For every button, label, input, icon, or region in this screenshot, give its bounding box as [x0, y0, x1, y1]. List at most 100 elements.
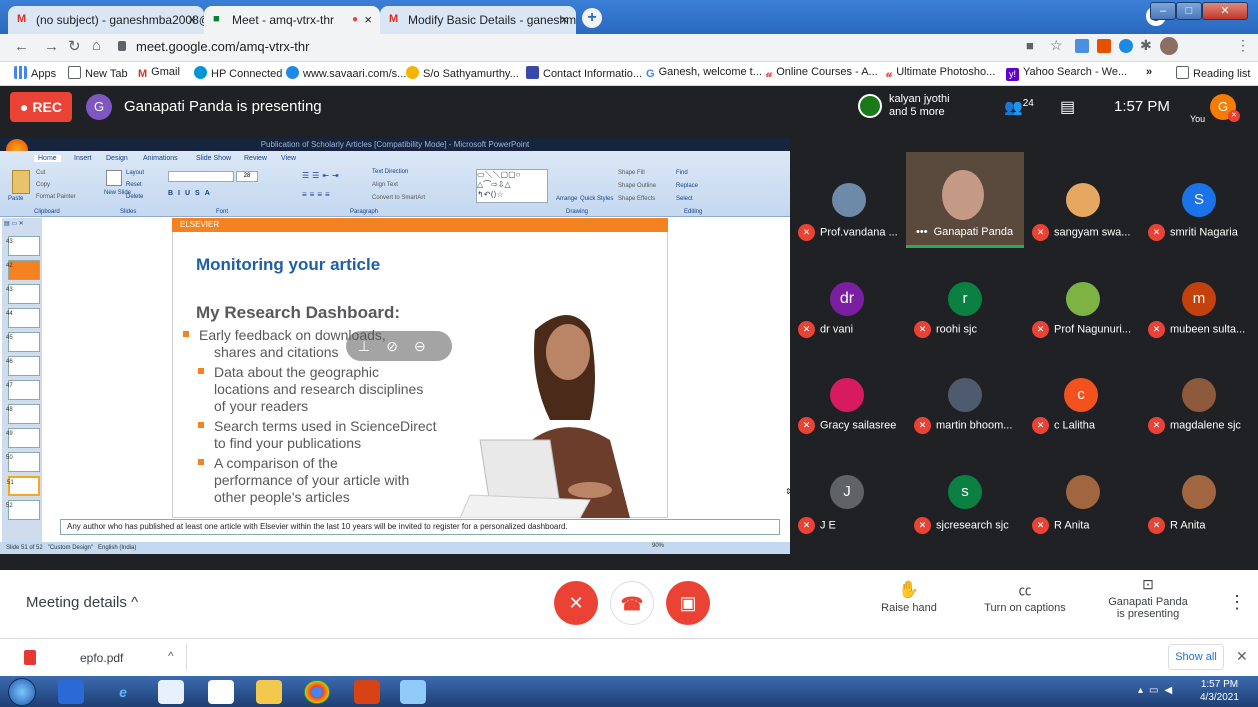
quick-styles-button[interactable]: Quick Styles: [580, 196, 613, 202]
font-family-select[interactable]: [168, 171, 234, 182]
close-window-button[interactable]: ✕: [1202, 2, 1248, 20]
microphone-toggle-button[interactable]: ✕: [554, 581, 598, 625]
bookmark-yahoo[interactable]: y! Yahoo Search - We...: [1006, 66, 1127, 81]
tab-meet[interactable]: ■ Meet - amq-vtrx-thr ● ×: [204, 6, 380, 34]
font-format-buttons[interactable]: BIUSA: [168, 190, 215, 197]
shape-outline-button[interactable]: Shape Outline: [618, 183, 656, 189]
bookmark-contact[interactable]: Contact Informatio...: [526, 66, 642, 80]
select-button[interactable]: Select: [676, 196, 693, 202]
extension-icon[interactable]: [1119, 39, 1133, 53]
arrange-button[interactable]: Arrange: [556, 196, 577, 202]
tab-gmail-no-subject[interactable]: M (no subject) - ganeshmba2008@ ×: [8, 6, 204, 34]
speaker-notes[interactable]: Any author who has published at least on…: [60, 519, 780, 535]
extension-icon[interactable]: [1097, 39, 1111, 53]
align-buttons[interactable]: ≡≡≡≡: [302, 190, 333, 199]
slide-thumbnail[interactable]: 46: [6, 356, 40, 376]
new-tab-button[interactable]: +: [582, 8, 602, 28]
bookmark-savaari[interactable]: www.savaari.com/s...: [286, 66, 406, 80]
format-painter-button[interactable]: Format Painter: [36, 194, 76, 200]
slide-thumbnail[interactable]: 49: [6, 428, 40, 448]
bookmark-newtab[interactable]: New Tab: [68, 66, 128, 80]
more-options-icon[interactable]: ⋮: [1228, 592, 1246, 613]
camera-toggle-button[interactable]: ▣: [666, 581, 710, 625]
bookmark-star-icon[interactable]: ☆: [1050, 37, 1063, 54]
maximize-button[interactable]: □: [1176, 2, 1202, 20]
shapes-gallery[interactable]: ▭＼＼▢▢○ △⌒⇨⇩△ ↰↶⟨⟩☆: [476, 169, 548, 203]
reload-icon[interactable]: ↻: [68, 37, 81, 55]
address-bar[interactable]: meet.google.com/amq-vtrx-thr: [136, 36, 866, 58]
paste-icon[interactable]: [12, 170, 30, 194]
ribbon-tab-animations[interactable]: Animations: [143, 155, 178, 162]
ribbon-tab-view[interactable]: View: [281, 155, 296, 162]
slide-thumbnail[interactable]: 52: [6, 500, 40, 520]
slide-thumbnail[interactable]: 50: [6, 452, 40, 472]
slide-thumbnail[interactable]: 43: [6, 284, 40, 304]
forward-icon[interactable]: →: [44, 38, 59, 55]
notepad-icon[interactable]: [208, 680, 234, 704]
close-tab-icon[interactable]: ×: [364, 6, 372, 34]
ribbon-tab-design[interactable]: Design: [106, 155, 128, 162]
delete-slide-button[interactable]: Delete: [126, 194, 143, 200]
replace-button[interactable]: Replace: [676, 183, 698, 189]
minimize-button[interactable]: –: [1150, 2, 1176, 20]
paste-label[interactable]: Paste: [8, 196, 23, 202]
list-buttons[interactable]: ☰☰⇤⇥: [302, 171, 342, 180]
presenting-button[interactable]: ⊡ Ganapati Panda is presenting: [1100, 576, 1196, 620]
camera-indicator-icon[interactable]: ■: [1026, 38, 1034, 53]
bookmark-hp[interactable]: HP Connected: [194, 66, 282, 80]
powerpoint-icon[interactable]: [354, 680, 380, 704]
captions-button[interactable]: ㏄ Turn on captions: [970, 580, 1080, 614]
chat-icon[interactable]: ▤: [1060, 97, 1075, 117]
new-slide-icon[interactable]: [106, 170, 122, 186]
find-button[interactable]: Find: [676, 170, 688, 176]
pinned-names[interactable]: kalyan jyothi and 5 more: [889, 93, 950, 119]
slide-thumbnail[interactable]: 42: [6, 260, 40, 280]
outline-tab-icon[interactable]: ▤ ▭ ✕: [4, 220, 38, 230]
back-icon[interactable]: ←: [14, 38, 29, 55]
taskbar-app-icon[interactable]: [400, 680, 426, 704]
tab-gmail-modify[interactable]: M Modify Basic Details - ganeshmb ×: [380, 6, 576, 34]
presentation-overlay-controls[interactable]: ⊥⊘⊖: [346, 331, 452, 361]
ribbon-tab-home[interactable]: Home: [34, 155, 61, 162]
ribbon-tab-review[interactable]: Review: [244, 155, 267, 162]
text-direction-button[interactable]: Text Direction: [372, 169, 408, 175]
leave-call-button[interactable]: ☎: [610, 581, 654, 625]
close-download-bar-icon[interactable]: ✕: [1236, 648, 1248, 665]
pin-icon[interactable]: ⊥: [358, 338, 386, 354]
extension-icon[interactable]: [1075, 39, 1089, 53]
file-explorer-icon[interactable]: [256, 680, 282, 704]
smartart-button[interactable]: Convert to SmartArt: [372, 195, 425, 201]
bookmarks-overflow[interactable]: »: [1146, 66, 1152, 78]
meeting-details-button[interactable]: Meeting details ^: [26, 594, 138, 611]
ribbon-tab-slideshow[interactable]: Slide Show: [196, 155, 231, 162]
raise-hand-button[interactable]: ✋ Raise hand: [878, 580, 940, 614]
account-avatar-icon[interactable]: [1160, 37, 1178, 55]
bookmark-sathyamurthy[interactable]: S/o Sathyamurthy...: [406, 66, 519, 80]
slide-thumbnail[interactable]: 45: [6, 332, 40, 352]
people-button[interactable]: 👥24: [1004, 98, 1034, 116]
bookmark-apps[interactable]: Apps: [14, 66, 56, 80]
cut-button[interactable]: Cut: [36, 170, 45, 176]
layout-button[interactable]: Layout: [126, 170, 144, 176]
menu-kebab-icon[interactable]: ⋮: [1236, 37, 1250, 54]
slide-thumbnail[interactable]: 44: [6, 308, 40, 328]
bookmark-gmail[interactable]: M Gmail: [138, 66, 180, 81]
close-tab-icon[interactable]: ×: [560, 6, 568, 34]
copy-button[interactable]: Copy: [36, 182, 50, 188]
chrome-icon[interactable]: [304, 680, 330, 704]
download-menu-icon[interactable]: ^: [168, 649, 174, 663]
reading-list[interactable]: Reading list: [1176, 66, 1250, 80]
home-icon[interactable]: ⌂: [92, 37, 101, 54]
slide-thumbnail[interactable]: 47: [6, 380, 40, 400]
slide-thumbnail[interactable]: 43: [6, 236, 40, 256]
taskbar-clock[interactable]: 1:57 PM 4/3/2021: [1200, 678, 1239, 704]
close-tab-icon[interactable]: ×: [188, 6, 196, 34]
shape-effects-button[interactable]: Shape Effects: [618, 196, 655, 202]
bookmark-photoshop[interactable]: 𝓊 Ultimate Photosho...: [886, 66, 995, 81]
bookmark-online-courses[interactable]: 𝓊 Online Courses - A...: [766, 66, 878, 81]
reset-button[interactable]: Reset: [126, 182, 142, 188]
align-text-button[interactable]: Align Text: [372, 182, 398, 188]
mute-icon[interactable]: ⊘: [386, 338, 414, 354]
ribbon-tab-insert[interactable]: Insert: [74, 155, 92, 162]
slide-thumbnail-current[interactable]: 51: [7, 476, 40, 496]
